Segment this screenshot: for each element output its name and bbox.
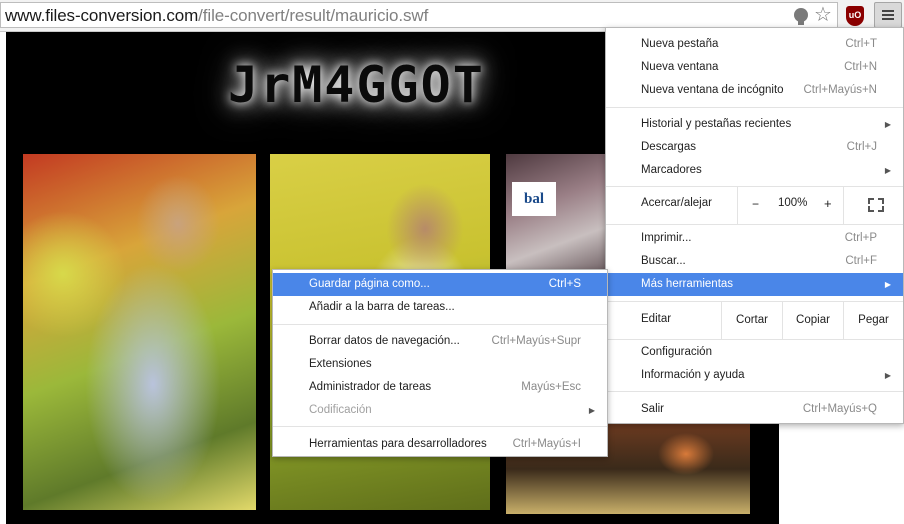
- address-bar[interactable]: www.files-conversion.com/file-convert/re…: [0, 2, 838, 28]
- menu-separator: [606, 224, 903, 225]
- menu-separator: [606, 339, 903, 340]
- menu-item-shortcut: Ctrl+F: [845, 255, 877, 267]
- submenu-item-shortcut: Ctrl+Mayús+I: [512, 438, 581, 450]
- ublock-extension-icon[interactable]: uO: [846, 6, 864, 26]
- submenu-item-label: Extensiones: [309, 358, 372, 370]
- url-path: /file-convert/result/mauricio.swf: [198, 6, 429, 25]
- menu-item-shortcut: Ctrl+J: [846, 141, 877, 153]
- menu-item-label: Nueva ventana de incógnito: [641, 84, 784, 96]
- submenu-item-save-page[interactable]: Guardar página como... Ctrl+S: [273, 273, 607, 296]
- url-host: www.files-conversion.com: [5, 6, 199, 25]
- submenu-item-task-manager[interactable]: Administrador de tareas Mayús+Esc: [273, 376, 607, 399]
- menu-item-zoom: Acercar/alejar − 100% +: [606, 187, 903, 224]
- chevron-right-icon: ▶: [884, 280, 891, 289]
- menu-item-shortcut: Ctrl+T: [845, 38, 877, 50]
- zoom-label: Acercar/alejar: [641, 197, 712, 209]
- chevron-right-icon: ▶: [588, 406, 595, 415]
- menu-item-incognito[interactable]: Nueva ventana de incógnito Ctrl+Mayús+N: [606, 79, 903, 102]
- menu-separator: [606, 391, 903, 392]
- submenu-item-label: Guardar página como...: [309, 278, 430, 290]
- menu-item-label: Más herramientas: [641, 278, 734, 290]
- chrome-menu-button[interactable]: [874, 2, 902, 28]
- menu-item-shortcut: Ctrl+Mayús+N: [803, 84, 878, 96]
- menu-separator: [273, 426, 607, 427]
- edit-label: Editar: [641, 313, 672, 325]
- submenu-item-extensions[interactable]: Extensiones: [273, 353, 607, 376]
- menu-item-label: Salir: [641, 403, 665, 415]
- submenu-item-shortcut: Ctrl+S: [548, 278, 581, 290]
- menu-item-new-tab[interactable]: Nueva pestaña Ctrl+T: [606, 33, 903, 56]
- menu-item-label: Nueva ventana: [641, 61, 719, 73]
- submenu-item-clear-data[interactable]: Borrar datos de navegación... Ctrl+Mayús…: [273, 330, 607, 353]
- photo-3: bal: [506, 154, 606, 274]
- menu-item-label: Imprimir...: [641, 232, 692, 244]
- chevron-right-icon: ▶: [884, 371, 891, 380]
- url-text[interactable]: www.files-conversion.com/file-convert/re…: [5, 6, 428, 26]
- zoom-level: 100%: [778, 197, 808, 209]
- chevron-right-icon: ▶: [884, 120, 891, 129]
- menu-item-shortcut: Ctrl+N: [844, 61, 877, 73]
- menu-separator: [273, 324, 607, 325]
- hamburger-line: [882, 18, 894, 20]
- menu-item-downloads[interactable]: Descargas Ctrl+J: [606, 136, 903, 159]
- menu-item-bookmarks[interactable]: Marcadores ▶: [606, 159, 903, 182]
- zoom-control: − 100% +: [737, 187, 844, 224]
- cut-button[interactable]: Cortar: [721, 302, 782, 339]
- menu-item-print[interactable]: Imprimir... Ctrl+P: [606, 227, 903, 250]
- menu-item-edit: Editar Cortar Copiar Pegar: [606, 302, 903, 339]
- submenu-item-label: Herramientas para desarrolladores: [309, 438, 487, 450]
- menu-item-label: Descargas: [641, 141, 696, 153]
- hamburger-line: [882, 14, 894, 16]
- menu-item-exit[interactable]: Salir Ctrl+Mayús+Q: [606, 398, 903, 421]
- paste-button[interactable]: Pegar: [843, 302, 903, 339]
- zoom-out-button[interactable]: −: [752, 197, 759, 211]
- lightbulb-icon[interactable]: [794, 8, 808, 25]
- menu-item-label: Buscar...: [641, 255, 686, 267]
- menu-item-label: Información y ayuda: [641, 369, 745, 381]
- submenu-item-label: Añadir a la barra de tareas...: [309, 301, 455, 313]
- zoom-in-button[interactable]: +: [824, 196, 832, 211]
- hamburger-icon: [882, 10, 894, 12]
- chevron-right-icon: ▶: [884, 166, 891, 175]
- menu-item-history[interactable]: Historial y pestañas recientes ▶: [606, 113, 903, 136]
- submenu-item-dev-tools[interactable]: Herramientas para desarrolladores Ctrl+M…: [273, 433, 607, 456]
- submenu-item-encoding: Codificación ▶: [273, 399, 607, 422]
- menu-item-new-window[interactable]: Nueva ventana Ctrl+N: [606, 56, 903, 79]
- menu-separator: [606, 107, 903, 108]
- submenu-item-add-to-taskbar[interactable]: Añadir a la barra de tareas...: [273, 296, 607, 319]
- submenu-item-label: Borrar datos de navegación...: [309, 335, 460, 347]
- logo-text: JrM4GGOT: [228, 56, 485, 114]
- submenu-item-shortcut: Ctrl+Mayús+Supr: [491, 335, 581, 347]
- chrome-main-menu: Nueva pestaña Ctrl+T Nueva ventana Ctrl+…: [605, 27, 904, 424]
- photo-sign: bal: [512, 182, 556, 216]
- copy-button[interactable]: Copiar: [782, 302, 843, 339]
- submenu-item-label: Codificación: [309, 404, 372, 416]
- menu-item-label: Marcadores: [641, 164, 702, 176]
- menu-item-label: Configuración: [641, 346, 712, 358]
- bookmark-star-icon[interactable]: ☆: [814, 3, 832, 27]
- menu-item-settings[interactable]: Configuración: [606, 341, 903, 364]
- more-tools-submenu: Guardar página como... Ctrl+S Añadir a l…: [272, 269, 608, 457]
- menu-item-label: Historial y pestañas recientes: [641, 118, 792, 130]
- menu-item-shortcut: Ctrl+Mayús+Q: [802, 403, 877, 415]
- submenu-item-shortcut: Mayús+Esc: [521, 381, 581, 393]
- menu-item-shortcut: Ctrl+P: [844, 232, 877, 244]
- photo-1: [23, 154, 256, 510]
- menu-item-more-tools[interactable]: Más herramientas ▶: [606, 273, 903, 296]
- menu-item-help[interactable]: Información y ayuda ▶: [606, 364, 903, 387]
- fullscreen-icon[interactable]: [868, 198, 884, 212]
- menu-item-label: Nueva pestaña: [641, 38, 719, 50]
- submenu-item-label: Administrador de tareas: [309, 381, 432, 393]
- menu-item-find[interactable]: Buscar... Ctrl+F: [606, 250, 903, 273]
